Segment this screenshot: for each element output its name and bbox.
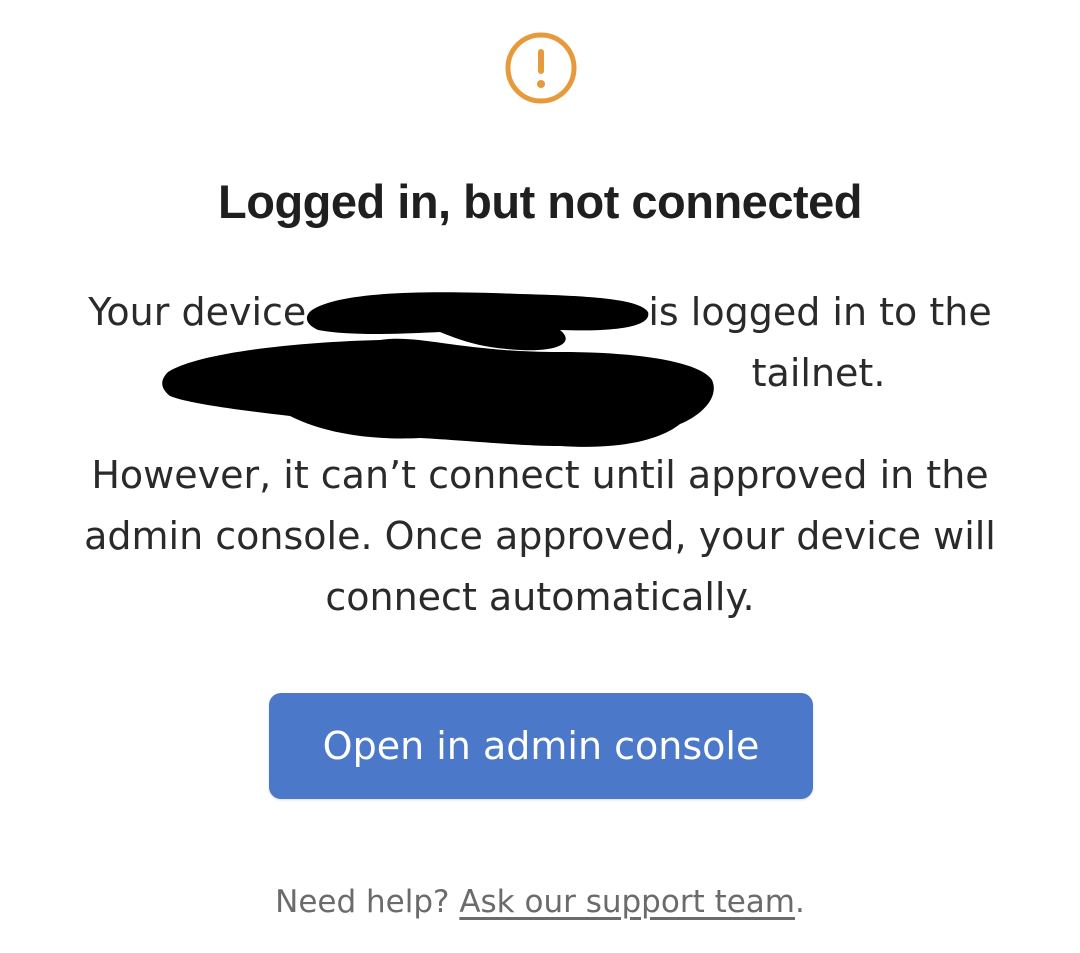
exclamation-circle-icon [505,32,577,104]
page-title: Logged in, but not connected [218,175,862,228]
message-line2-suffix: tailnet. [739,351,886,395]
help-prefix: Need help? [275,884,460,920]
device-status-message: Your device is logged in to the tailnet. [40,282,1040,404]
message-line1-prefix: Your device [88,290,307,334]
support-link[interactable]: Ask our support team [459,884,795,920]
open-admin-console-button[interactable]: Open in admin console [269,693,813,799]
help-text: Need help? Ask our support team. [0,884,1080,920]
approval-message: However, it can’t connect until approved… [84,453,996,619]
message-line1-suffix: is logged in to the [636,290,992,334]
help-suffix: . [795,884,805,920]
